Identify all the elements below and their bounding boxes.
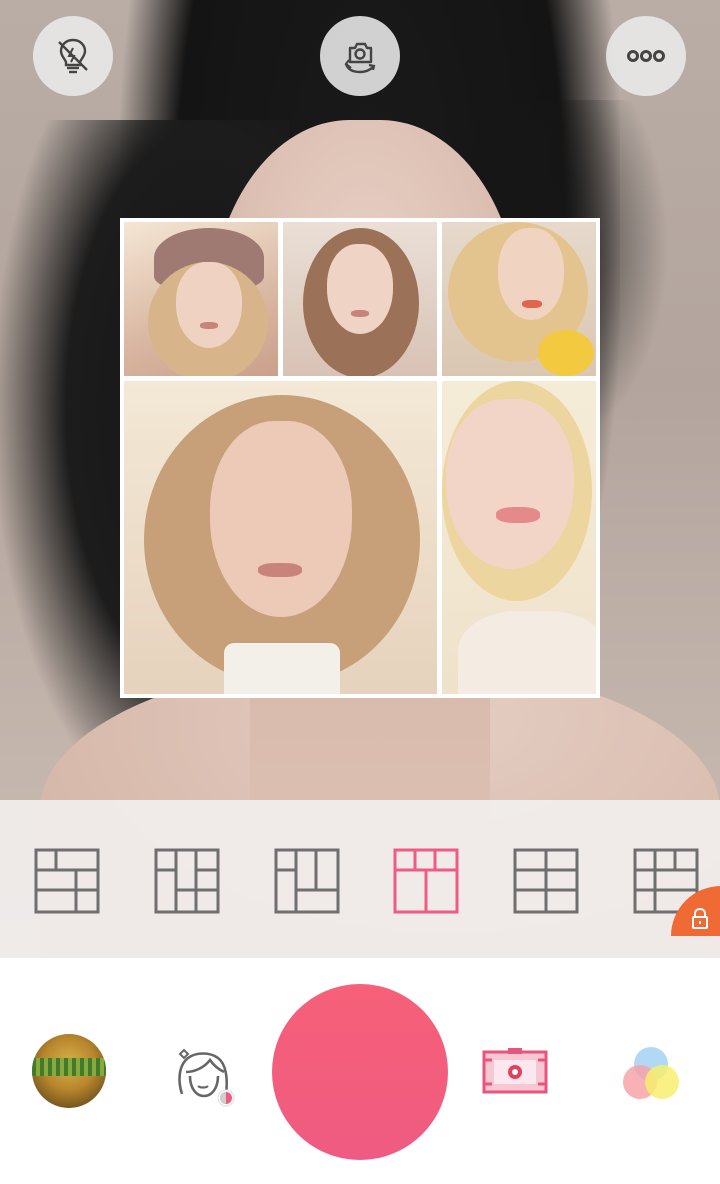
grid-layout-icon — [393, 848, 459, 914]
switch-camera-button[interactable] — [320, 16, 400, 96]
layout-option-4-selected[interactable] — [393, 848, 459, 914]
bottom-control-bar — [0, 958, 720, 1184]
collage-photo-4[interactable] — [124, 381, 437, 694]
layout-option-5[interactable] — [513, 848, 579, 914]
layout-option-2[interactable] — [154, 848, 220, 914]
grid-layout-icon — [274, 848, 340, 914]
flash-toggle-button[interactable] — [33, 16, 113, 96]
beauty-mode-button[interactable] — [170, 1042, 236, 1108]
sticker-frame-icon — [482, 1048, 548, 1094]
collage-photo-5[interactable] — [442, 381, 596, 694]
more-options-button[interactable] — [606, 16, 686, 96]
beauty-face-icon — [178, 1048, 235, 1107]
collage-photo-2[interactable] — [283, 222, 437, 376]
grid-layout-icon — [513, 848, 579, 914]
collage-photo-1[interactable] — [124, 222, 278, 376]
collage-photo-3[interactable] — [442, 222, 596, 376]
grid-layout-icon — [34, 848, 100, 914]
switch-camera-icon — [344, 42, 376, 74]
lock-icon — [692, 907, 708, 929]
layout-option-6-locked[interactable] — [633, 848, 720, 936]
gallery-thumbnail-button[interactable] — [32, 1034, 106, 1108]
grid-layout-icon — [154, 848, 220, 914]
flash-off-bulb-icon — [58, 38, 88, 74]
color-filter-icon — [623, 1047, 679, 1099]
sticker-button[interactable] — [482, 1046, 548, 1098]
layout-selector-strip — [0, 800, 720, 958]
layout-option-3[interactable] — [274, 848, 340, 914]
filter-button[interactable] — [618, 1042, 684, 1108]
layout-option-1[interactable] — [34, 848, 100, 914]
shutter-button[interactable] — [272, 984, 448, 1160]
collage-frame[interactable] — [120, 218, 600, 698]
more-dots-icon — [627, 50, 665, 62]
